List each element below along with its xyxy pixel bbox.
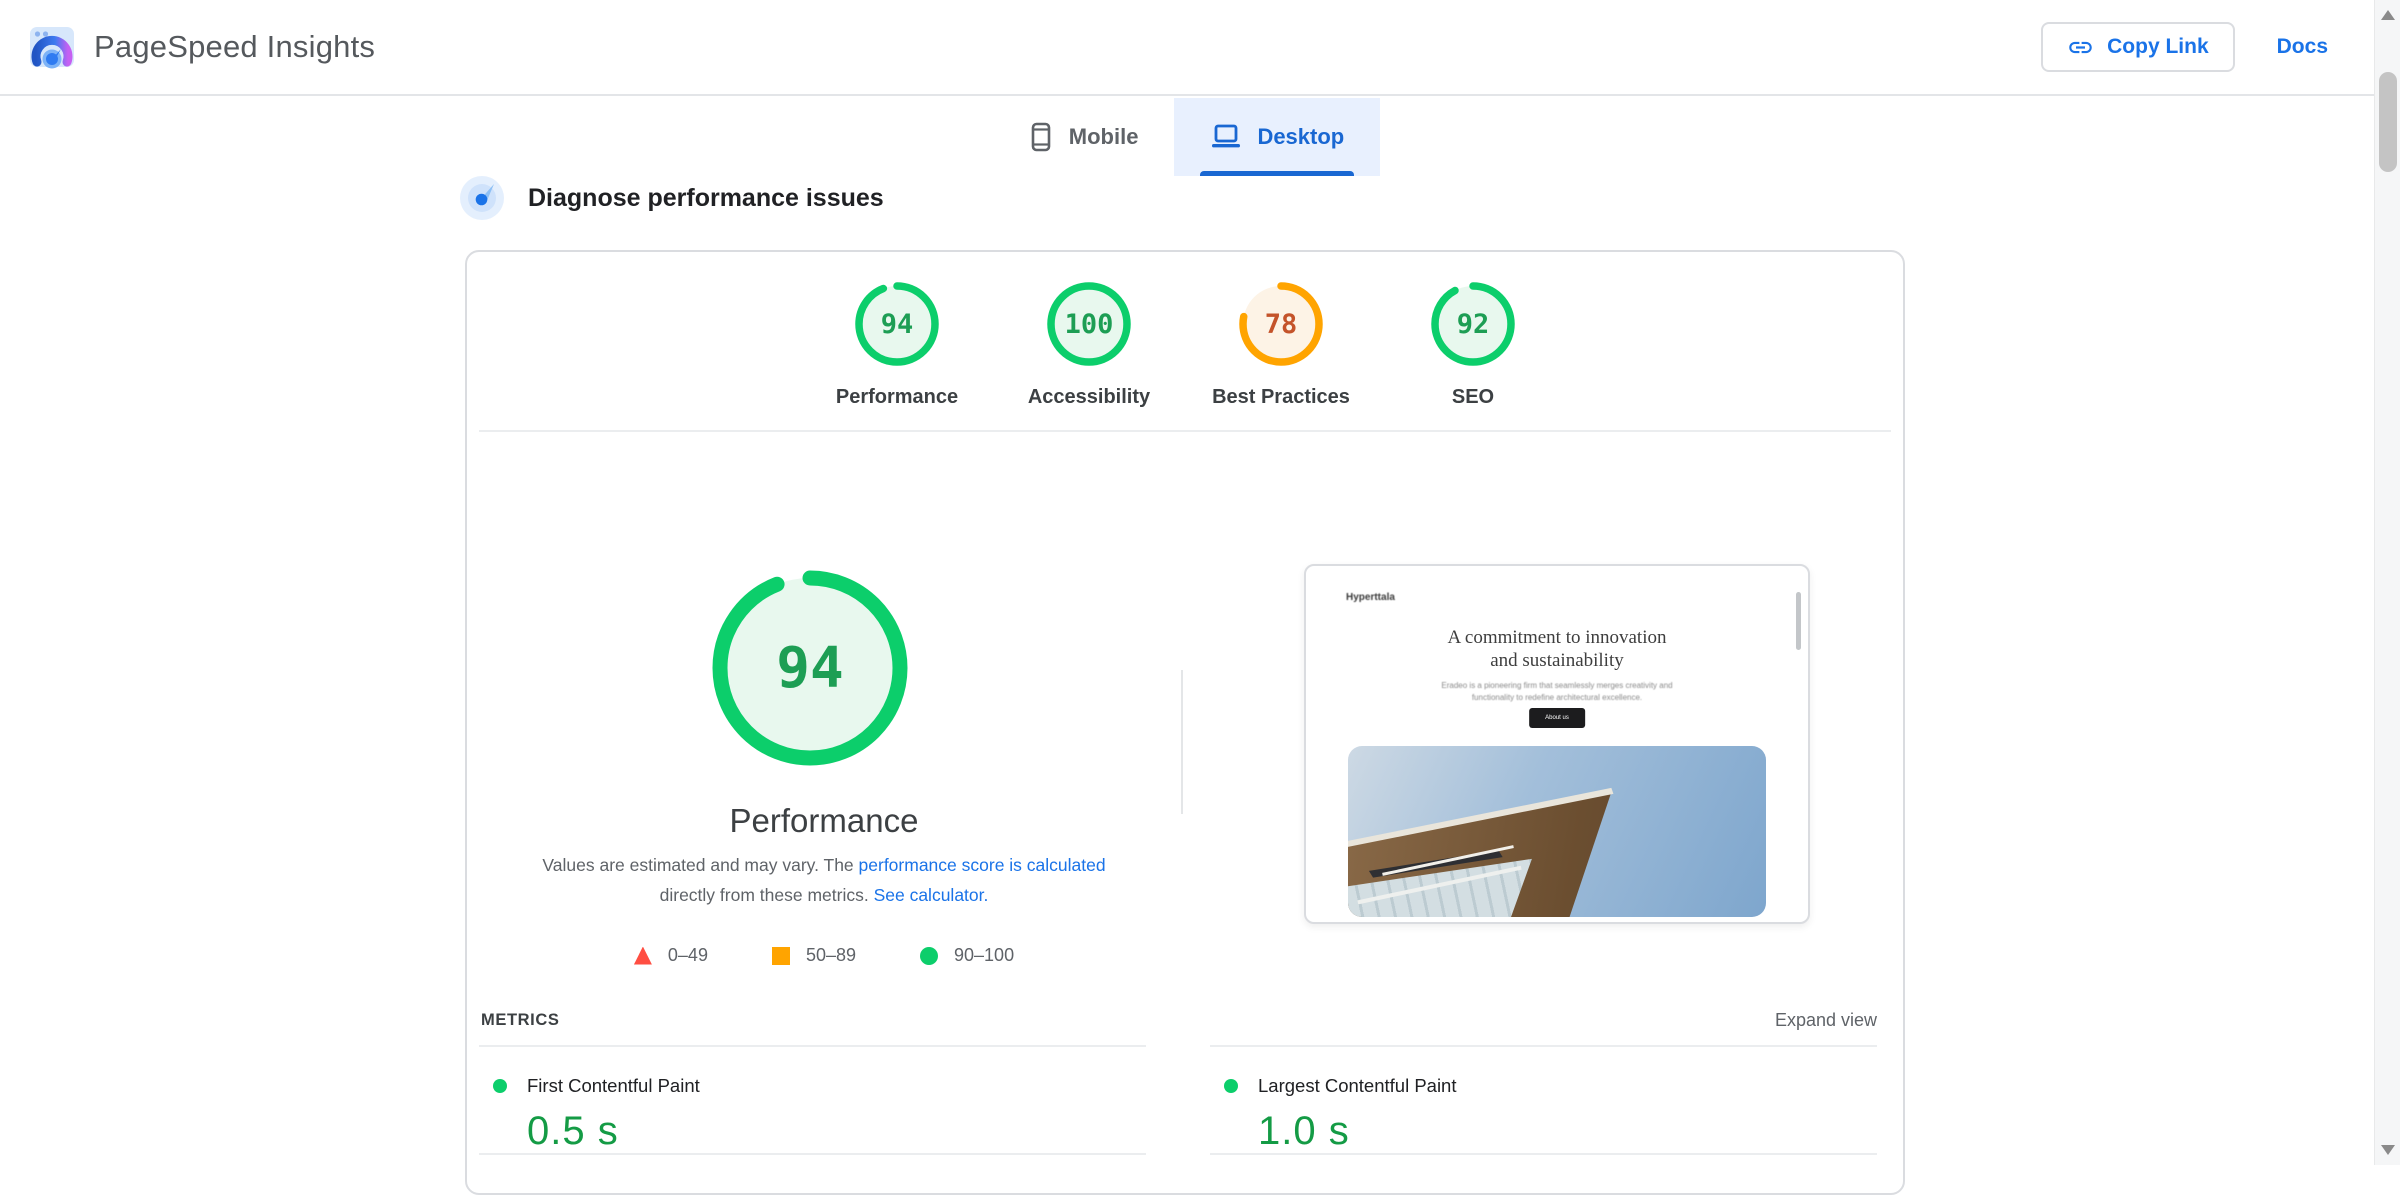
metric-value: 1.0 s [1258, 1109, 1877, 1154]
legend-item-average: 50–89 [772, 945, 856, 966]
metrics-header: METRICS Expand view [481, 1010, 1877, 1031]
diagnose-title: Diagnose performance issues [528, 184, 884, 213]
score-ring: 100 [1045, 280, 1133, 368]
expand-view-button[interactable]: Expand view [1775, 1010, 1877, 1031]
legend-item-good: 90–100 [920, 945, 1014, 966]
score-label: Best Practices [1212, 386, 1350, 409]
diagnose-gauge-icon [460, 176, 504, 220]
score-label: Performance [836, 386, 958, 409]
score-value: 92 [1429, 280, 1517, 368]
legend-range: 90–100 [954, 945, 1014, 966]
pagespeed-logo-icon [28, 23, 76, 71]
orange-square-icon [772, 947, 790, 965]
score-ring: 92 [1429, 280, 1517, 368]
thumbnail-headline: A commitment to innovation and sustainab… [1306, 626, 1808, 672]
score-value: 78 [1237, 280, 1325, 368]
score-label: Accessibility [1028, 386, 1150, 409]
scores-divider [479, 430, 1891, 432]
score-value: 100 [1045, 280, 1133, 368]
page-screenshot-thumbnail: Hyperttala A commitment to innovation an… [1304, 564, 1810, 924]
thumbnail-site-logo: Hyperttala [1346, 592, 1395, 603]
copy-link-button[interactable]: Copy Link [2041, 22, 2235, 72]
header-actions: Copy Link Docs [2041, 22, 2328, 72]
active-tab-indicator [1200, 171, 1354, 176]
tab-desktop-label: Desktop [1257, 124, 1344, 150]
thumbnail-cta-button: About us [1529, 708, 1585, 728]
tab-desktop[interactable]: Desktop [1174, 98, 1380, 176]
report-card: 94 Performance 100 Accessibility [465, 250, 1905, 1195]
thumbnail-body-text: Eradeo is a pioneering firm that seamles… [1306, 680, 1808, 704]
score-legend: 0–49 50–89 90–100 [467, 945, 1181, 966]
green-circle-icon [920, 947, 938, 965]
score-label: SEO [1452, 386, 1494, 409]
metric-name: Largest Contentful Paint [1258, 1075, 1457, 1097]
tab-mobile-label: Mobile [1069, 124, 1139, 150]
pagespeed-insights-page: PageSpeed Insights Copy Link Docs Mobile [0, 0, 2400, 1165]
disclaimer-text: directly from these metrics. [660, 885, 874, 905]
disclaimer-text: Values are estimated and may vary. The [542, 855, 858, 875]
device-tabs: Mobile Desktop [0, 98, 2372, 176]
gauge-title: Performance [467, 802, 1181, 840]
metrics-heading: METRICS [481, 1011, 559, 1030]
score-best-practices[interactable]: 78 Best Practices [1185, 280, 1377, 409]
scrollbar-thumb[interactable] [2379, 72, 2397, 172]
link-icon [2067, 34, 2094, 61]
gauge-score-value: 94 [704, 562, 916, 774]
score-ring: 78 [1237, 280, 1325, 368]
mobile-phone-icon [1028, 122, 1054, 152]
category-scores-row: 94 Performance 100 Accessibility [467, 280, 1903, 409]
green-metric-dot-icon [1224, 1079, 1238, 1093]
green-metric-dot-icon [493, 1079, 507, 1093]
scrollbar-up-arrow[interactable] [2381, 10, 2395, 20]
page-title: PageSpeed Insights [94, 29, 375, 65]
gauge-disclaimer: Values are estimated and may vary. The p… [524, 850, 1124, 910]
red-triangle-icon [634, 947, 652, 965]
docs-link[interactable]: Docs [2277, 35, 2328, 59]
legend-item-fail: 0–49 [634, 945, 708, 966]
score-ring: 94 [853, 280, 941, 368]
see-calculator-link[interactable]: See calculator. [874, 885, 989, 905]
tab-mobile[interactable]: Mobile [992, 98, 1175, 176]
score-value: 94 [853, 280, 941, 368]
score-seo[interactable]: 92 SEO [1377, 280, 1569, 409]
page-scrollbar[interactable] [2374, 0, 2400, 1165]
metric-first-contentful-paint: First Contentful Paint 0.5 s [479, 1045, 1146, 1155]
score-calculation-link[interactable]: performance score is calculated [859, 855, 1106, 875]
score-accessibility[interactable]: 100 Accessibility [993, 280, 1185, 409]
legend-range: 0–49 [668, 945, 708, 966]
score-performance[interactable]: 94 Performance [801, 280, 993, 409]
scrollbar-down-arrow[interactable] [2381, 1145, 2395, 1155]
diagnose-section-header: Diagnose performance issues [460, 176, 884, 220]
legend-range: 50–89 [806, 945, 856, 966]
thumbnail-hero-photo [1348, 746, 1766, 917]
app-header: PageSpeed Insights Copy Link Docs [0, 0, 2400, 96]
copy-link-label: Copy Link [2107, 35, 2209, 59]
metric-largest-contentful-paint: Largest Contentful Paint 1.0 s [1210, 1045, 1877, 1155]
metric-value: 0.5 s [527, 1109, 1146, 1154]
column-divider [1181, 670, 1183, 814]
metric-name: First Contentful Paint [527, 1075, 700, 1097]
metrics-grid: First Contentful Paint 0.5 s Largest Con… [479, 1045, 1877, 1155]
desktop-laptop-icon [1210, 123, 1242, 151]
performance-gauge[interactable]: 94 [704, 562, 916, 774]
thumbnail-scrollbar [1796, 592, 1801, 650]
